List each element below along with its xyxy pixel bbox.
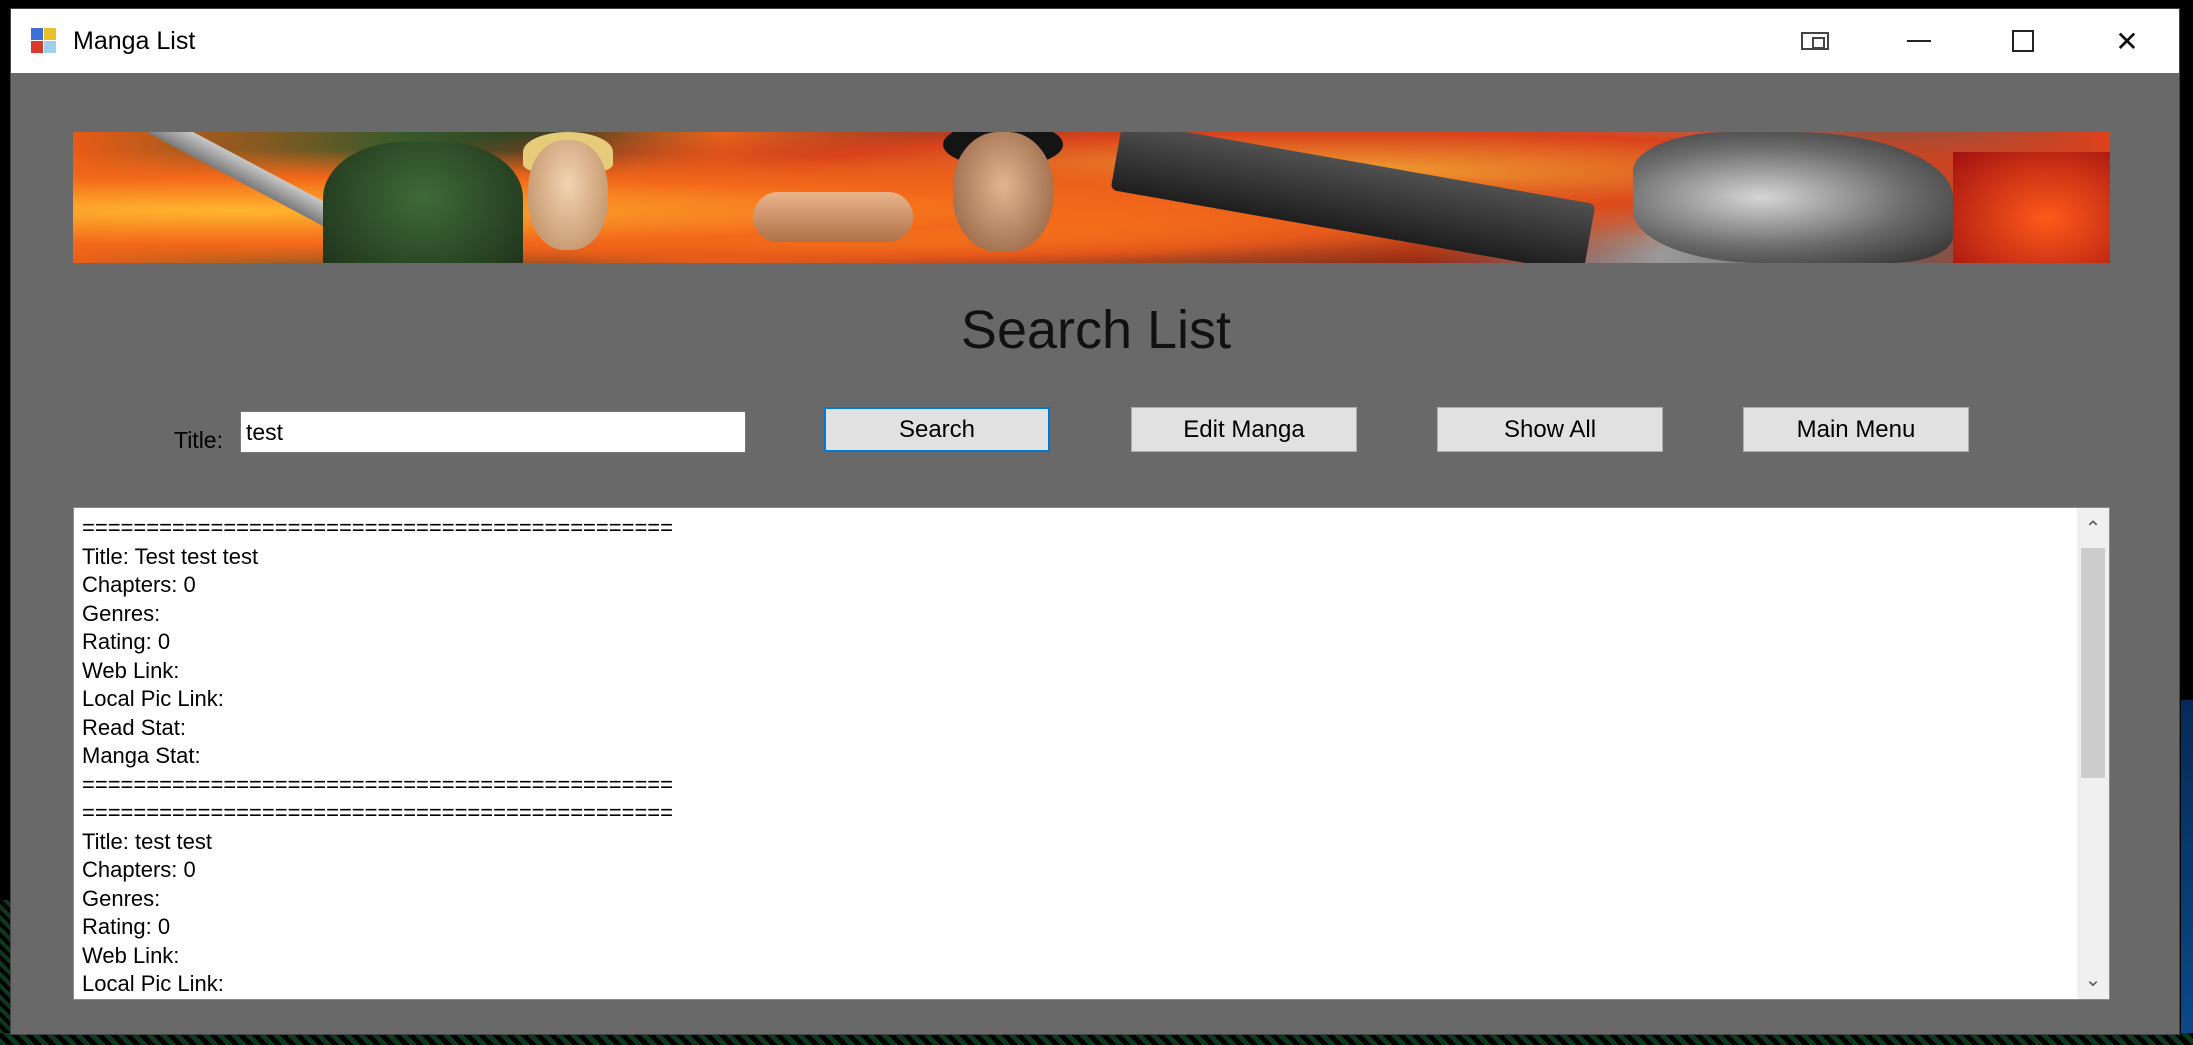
result-line: Local Pic Link: xyxy=(82,686,224,711)
result-line: Rating: 0 xyxy=(82,914,171,939)
result-line: Title: test test xyxy=(82,828,213,854)
result-line: Local Pic Link: xyxy=(82,971,224,996)
page-title: Search List xyxy=(960,300,1232,360)
result-line: Web Link: xyxy=(82,657,180,683)
vertical-scrollbar[interactable]: ⌃ ⌄ xyxy=(2077,508,2109,999)
pip-button[interactable] xyxy=(1763,9,1867,73)
title-search-input[interactable] xyxy=(240,411,746,453)
result-line: Genres: xyxy=(82,885,161,911)
minimize-icon xyxy=(1907,40,1931,42)
result-line: Web Link: xyxy=(82,942,180,968)
scroll-down-icon[interactable]: ⌄ xyxy=(2077,959,2109,999)
result-line: Chapters: 0 xyxy=(82,572,196,597)
scroll-up-icon[interactable]: ⌃ xyxy=(2077,508,2109,548)
minimize-button[interactable] xyxy=(1867,9,1971,73)
title-label: Title: xyxy=(174,427,223,453)
result-line: Read Stat: xyxy=(82,714,186,740)
result-line: Genres: xyxy=(82,600,161,626)
results-text: ========================================… xyxy=(82,514,673,999)
show-all-button[interactable]: Show All xyxy=(1437,407,1663,452)
search-button[interactable]: Search xyxy=(824,407,1050,452)
result-line: ========================================… xyxy=(82,800,673,825)
window-title: Manga List xyxy=(73,26,196,55)
manga-list-window: Manga List ✕ Search List Title: test Sea… xyxy=(10,8,2180,1035)
main-menu-button[interactable]: Main Menu xyxy=(1743,407,1969,452)
desktop-edge-right xyxy=(2181,700,2193,1045)
window-controls: ✕ xyxy=(1763,9,2179,73)
result-line: ========================================… xyxy=(82,771,673,797)
result-line: Manga Stat: xyxy=(82,743,201,768)
results-textbox[interactable]: ========================================… xyxy=(73,507,2110,1000)
maximize-button[interactable] xyxy=(1971,9,2075,73)
close-icon: ✕ xyxy=(2115,24,2139,58)
result-line: Chapters: 0 xyxy=(82,857,196,882)
close-button[interactable]: ✕ xyxy=(2075,9,2179,73)
app-icon xyxy=(31,28,57,54)
result-line: Title: Test test test xyxy=(82,543,259,569)
maximize-icon xyxy=(2012,30,2034,52)
manga-banner-image xyxy=(73,132,2110,263)
result-line: Rating: 0 xyxy=(82,629,171,654)
scroll-thumb[interactable] xyxy=(2081,548,2105,778)
title-bar[interactable]: Manga List ✕ xyxy=(11,9,2179,73)
edit-manga-button[interactable]: Edit Manga xyxy=(1131,407,1357,452)
pip-icon xyxy=(1801,32,1829,50)
result-line: ========================================… xyxy=(82,515,673,540)
